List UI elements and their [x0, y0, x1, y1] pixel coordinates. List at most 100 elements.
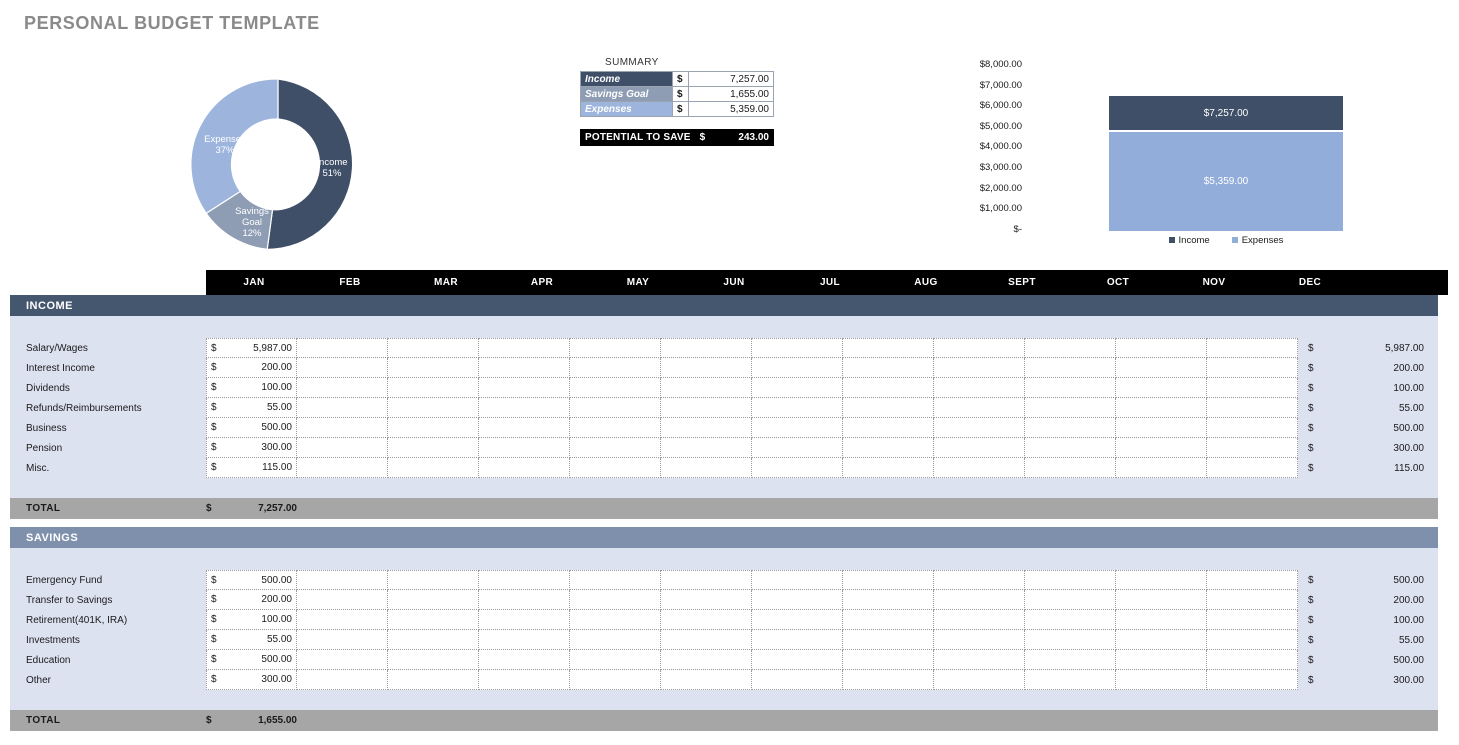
cell-may[interactable] [570, 358, 661, 378]
cell-aug[interactable] [843, 418, 934, 438]
cell-aug[interactable] [843, 650, 934, 670]
cell-dec[interactable] [1207, 418, 1298, 438]
cell-mar[interactable] [388, 358, 479, 378]
cell-feb[interactable] [297, 458, 388, 478]
cell-aug[interactable] [843, 630, 934, 650]
cell-mar[interactable] [388, 378, 479, 398]
cell-sept[interactable] [934, 438, 1025, 458]
cell-oct[interactable] [1025, 650, 1116, 670]
cell-dec[interactable] [1207, 338, 1298, 358]
table-row[interactable]: Other $300.00 $ 300.00 [10, 670, 1438, 690]
cell-jul[interactable] [752, 358, 843, 378]
cell-dec[interactable] [1207, 378, 1298, 398]
table-row[interactable]: Interest Income $200.00 $ 200.00 [10, 358, 1438, 378]
cell-oct[interactable] [1025, 570, 1116, 590]
cell-oct[interactable] [1025, 590, 1116, 610]
cell-feb[interactable] [297, 418, 388, 438]
cell-may[interactable] [570, 650, 661, 670]
cell-sept[interactable] [934, 398, 1025, 418]
cell-mar[interactable] [388, 418, 479, 438]
cell-nov[interactable] [1116, 398, 1207, 418]
cell-sept[interactable] [934, 338, 1025, 358]
cell-apr[interactable] [479, 378, 570, 398]
cell-mar[interactable] [388, 590, 479, 610]
cell-may[interactable] [570, 418, 661, 438]
table-row[interactable]: Refunds/Reimbursements $55.00 $ 55.00 [10, 398, 1438, 418]
cell-oct[interactable] [1025, 378, 1116, 398]
cell-jun[interactable] [661, 630, 752, 650]
cell-may[interactable] [570, 570, 661, 590]
cell-jun[interactable] [661, 398, 752, 418]
cell-dec[interactable] [1207, 590, 1298, 610]
cell-jan[interactable]: $200.00 [206, 590, 297, 610]
cell-apr[interactable] [479, 438, 570, 458]
cell-oct[interactable] [1025, 418, 1116, 438]
cell-mar[interactable] [388, 610, 479, 630]
cell-apr[interactable] [479, 610, 570, 630]
cell-oct[interactable] [1025, 358, 1116, 378]
cell-sept[interactable] [934, 590, 1025, 610]
cell-aug[interactable] [843, 398, 934, 418]
cell-apr[interactable] [479, 570, 570, 590]
cell-mar[interactable] [388, 458, 479, 478]
cell-jul[interactable] [752, 670, 843, 690]
cell-jun[interactable] [661, 590, 752, 610]
cell-jan[interactable]: $200.00 [206, 358, 297, 378]
cell-jan[interactable]: $100.00 [206, 378, 297, 398]
cell-jul[interactable] [752, 630, 843, 650]
cell-nov[interactable] [1116, 338, 1207, 358]
cell-feb[interactable] [297, 650, 388, 670]
cell-may[interactable] [570, 590, 661, 610]
cell-nov[interactable] [1116, 610, 1207, 630]
cell-mar[interactable] [388, 670, 479, 690]
cell-oct[interactable] [1025, 458, 1116, 478]
table-row[interactable]: Salary/Wages $5,987.00 $ 5,987.00 [10, 338, 1438, 358]
table-row[interactable]: Investments $55.00 $ 55.00 [10, 630, 1438, 650]
cell-sept[interactable] [934, 630, 1025, 650]
cell-jun[interactable] [661, 610, 752, 630]
cell-feb[interactable] [297, 570, 388, 590]
cell-nov[interactable] [1116, 650, 1207, 670]
cell-feb[interactable] [297, 438, 388, 458]
cell-oct[interactable] [1025, 610, 1116, 630]
cell-jun[interactable] [661, 338, 752, 358]
cell-jul[interactable] [752, 418, 843, 438]
cell-mar[interactable] [388, 438, 479, 458]
cell-jul[interactable] [752, 378, 843, 398]
cell-apr[interactable] [479, 338, 570, 358]
cell-dec[interactable] [1207, 670, 1298, 690]
table-row[interactable]: Dividends $100.00 $ 100.00 [10, 378, 1438, 398]
cell-jan[interactable]: $500.00 [206, 418, 297, 438]
cell-mar[interactable] [388, 570, 479, 590]
cell-mar[interactable] [388, 650, 479, 670]
cell-nov[interactable] [1116, 670, 1207, 690]
cell-dec[interactable] [1207, 650, 1298, 670]
cell-nov[interactable] [1116, 418, 1207, 438]
cell-jan[interactable]: $115.00 [206, 458, 297, 478]
cell-mar[interactable] [388, 338, 479, 358]
table-row[interactable]: Emergency Fund $500.00 $ 500.00 [10, 570, 1438, 590]
cell-jun[interactable] [661, 438, 752, 458]
cell-jun[interactable] [661, 670, 752, 690]
cell-sept[interactable] [934, 418, 1025, 438]
cell-apr[interactable] [479, 630, 570, 650]
cell-jul[interactable] [752, 590, 843, 610]
cell-aug[interactable] [843, 570, 934, 590]
cell-aug[interactable] [843, 378, 934, 398]
cell-oct[interactable] [1025, 438, 1116, 458]
cell-jun[interactable] [661, 358, 752, 378]
cell-oct[interactable] [1025, 670, 1116, 690]
cell-may[interactable] [570, 458, 661, 478]
cell-jul[interactable] [752, 438, 843, 458]
cell-aug[interactable] [843, 670, 934, 690]
table-row[interactable]: Education $500.00 $ 500.00 [10, 650, 1438, 670]
cell-jan[interactable]: $55.00 [206, 398, 297, 418]
cell-jan[interactable]: $100.00 [206, 610, 297, 630]
cell-sept[interactable] [934, 570, 1025, 590]
cell-jan[interactable]: $500.00 [206, 570, 297, 590]
cell-feb[interactable] [297, 338, 388, 358]
cell-aug[interactable] [843, 590, 934, 610]
cell-apr[interactable] [479, 650, 570, 670]
cell-jan[interactable]: $300.00 [206, 438, 297, 458]
cell-mar[interactable] [388, 630, 479, 650]
